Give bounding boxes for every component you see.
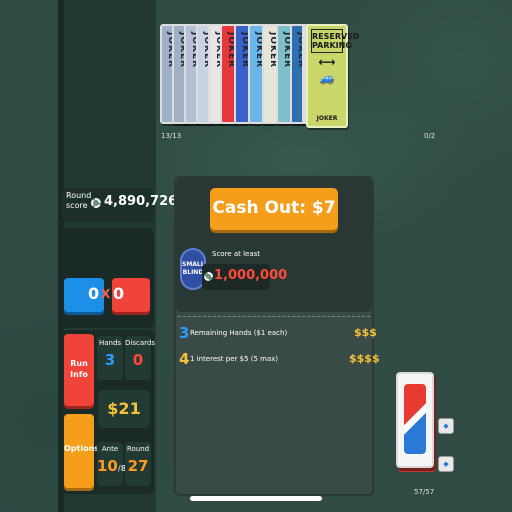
cash-out-button[interactable]: Cash Out: $7 xyxy=(210,188,338,230)
round-value: 27 xyxy=(127,457,149,475)
reserved-parking-title: RESERVED PARKING xyxy=(311,29,359,53)
interest-count: 4 xyxy=(179,350,190,368)
home-indicator[interactable] xyxy=(190,496,322,501)
round-stat: Round 27 xyxy=(125,442,151,486)
ante-stat: Ante 10/8 xyxy=(97,442,127,486)
ante-label: Ante xyxy=(101,445,119,453)
deck-back-design xyxy=(404,384,426,454)
consumable-count: 0/2 xyxy=(424,132,436,140)
deck[interactable] xyxy=(396,372,434,468)
joker-card-reserved-parking[interactable]: RESERVED PARKING ⟷ 🚙 JOKER xyxy=(306,24,359,128)
remaining-hands-dollars: $$$ xyxy=(354,326,377,339)
blind-label-line2: BLIND xyxy=(182,269,204,276)
round-score-label-line1: Round xyxy=(66,191,92,200)
options-button[interactable]: Options xyxy=(64,414,99,488)
remaining-hands-text: Remaining Hands ($1 each) xyxy=(190,329,288,337)
target-score-value: 1,000,000 xyxy=(214,268,288,283)
tag-icon[interactable]: ◆ xyxy=(438,418,454,434)
reserved-parking-footer: JOKER xyxy=(316,115,338,122)
round-score-label-line2: score xyxy=(66,201,88,210)
discards-stat: Discards 0 xyxy=(125,336,155,380)
hands-label: Hands xyxy=(98,339,122,347)
round-score-value: 4,890,726 xyxy=(104,194,178,209)
money-value: $21 xyxy=(98,390,150,428)
round-label: Round xyxy=(126,445,150,453)
run-info-button[interactable]: Run Info xyxy=(64,334,94,406)
interest-dollars: $$$$ xyxy=(349,352,380,365)
ante-value: 10 xyxy=(97,457,118,475)
deck-count: 57/57 xyxy=(414,488,435,496)
mult-value: 0 xyxy=(113,284,125,303)
divider xyxy=(178,316,370,317)
discards-value: 0 xyxy=(132,351,144,369)
multiply-sign: X xyxy=(101,287,111,301)
double-arrow-icon: ⟷ xyxy=(318,55,336,69)
round-score-label: Round score xyxy=(66,191,91,211)
hands-stat: Hands 3 xyxy=(97,336,123,380)
run-info-label-line1: Run xyxy=(70,359,88,368)
chip-icon xyxy=(204,272,213,281)
remaining-hands-count: 3 xyxy=(179,324,190,342)
car-icon: 🚙 xyxy=(319,71,335,85)
ante-value-wrap: 10/8 xyxy=(97,457,127,475)
run-info-label-line2: Info xyxy=(70,370,88,379)
interest-text: 1 interest per $5 (5 max) xyxy=(190,355,279,363)
discards-label: Discards xyxy=(125,339,155,347)
joker-count: 13/13 xyxy=(161,132,182,140)
hands-value: 3 xyxy=(104,351,116,369)
chip-icon xyxy=(91,198,101,208)
tag-icon[interactable]: ◆ xyxy=(438,456,454,472)
chips-value: 0 xyxy=(88,284,100,303)
score-at-least-label: Score at least xyxy=(212,250,261,258)
round-score-panel: Round score 4,890,726 xyxy=(62,188,177,222)
